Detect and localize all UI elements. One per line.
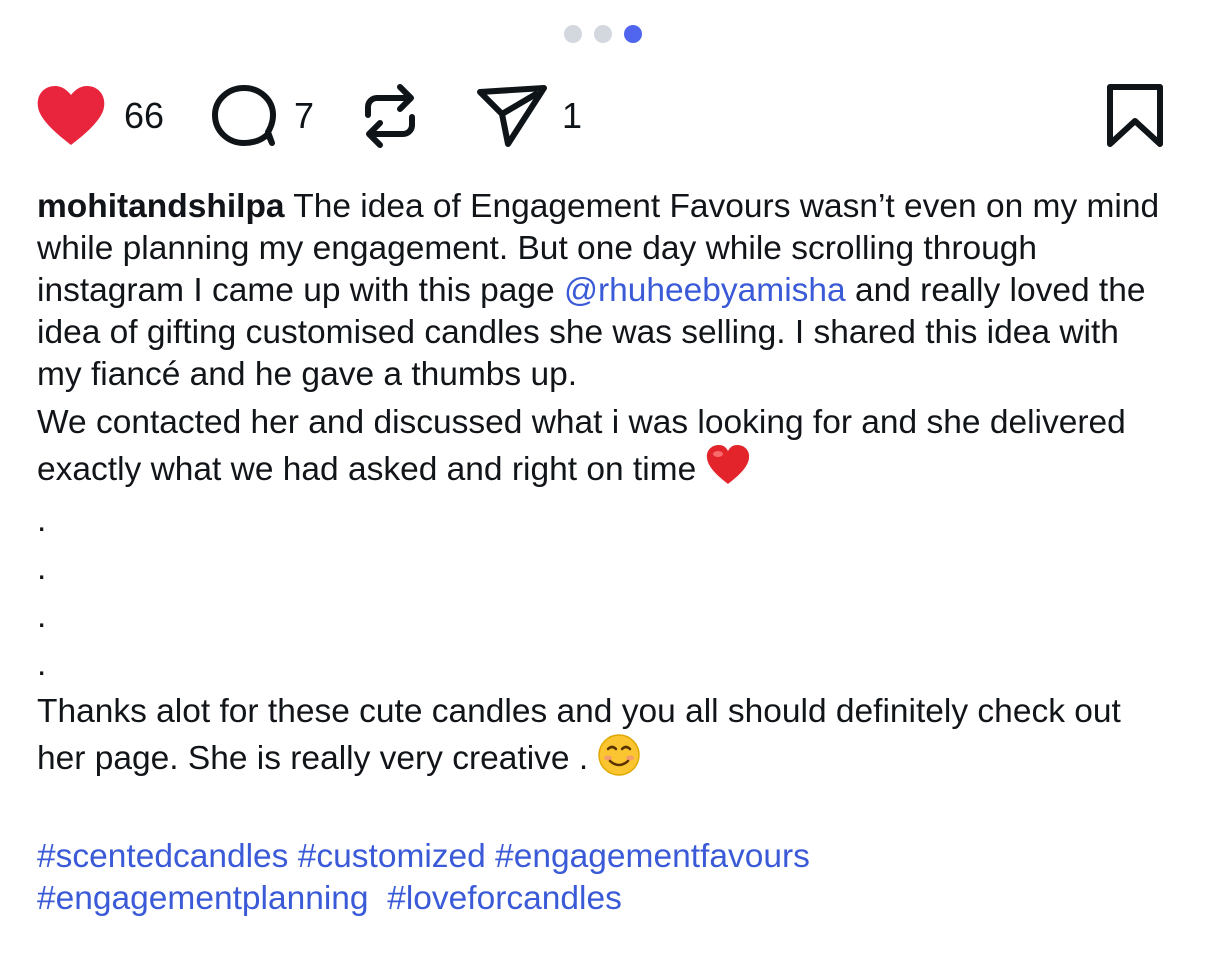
carousel-dot[interactable] <box>564 25 582 43</box>
bookmark-icon <box>1106 84 1164 148</box>
caption-username[interactable]: mohitandshilpa <box>37 188 285 225</box>
caption-dot-line: . <box>37 502 47 539</box>
caption-hashtags: #scentedcandles #customized #engagementf… <box>37 836 1172 920</box>
hashtag-link[interactable]: #customized <box>298 838 486 875</box>
caption-dot-line: . <box>37 646 47 683</box>
caption-paragraph: mohitandshilpa The idea of Engagement Fa… <box>37 186 1172 396</box>
carousel-dot[interactable] <box>594 25 612 43</box>
caption-text: Thanks alot for these cute candles and y… <box>37 693 1121 777</box>
like-button[interactable]: 66 <box>36 84 164 148</box>
carousel-indicator <box>0 25 1206 43</box>
caption-text: We contacted her and discussed what i wa… <box>37 404 1126 488</box>
smile-emoji <box>597 733 641 788</box>
share-count: 1 <box>562 95 583 136</box>
repost-button[interactable] <box>360 84 420 148</box>
share-button[interactable]: 1 <box>476 84 582 148</box>
like-count: 66 <box>124 95 165 136</box>
send-icon <box>476 84 548 148</box>
hashtag-link[interactable]: #scentedcandles <box>37 838 288 875</box>
post-caption: mohitandshilpa The idea of Engagement Fa… <box>37 186 1172 920</box>
comment-button[interactable]: 7 <box>210 84 314 148</box>
comment-bubble-icon <box>210 84 278 148</box>
heart-icon <box>36 85 106 147</box>
comment-count: 7 <box>294 95 315 136</box>
caption-dot-line: . <box>37 550 47 587</box>
post-action-bar: 66 7 1 <box>36 84 1166 148</box>
hashtag-link[interactable]: #engagementfavours <box>495 838 810 875</box>
hashtag-link[interactable]: #loveforcandles <box>387 880 622 917</box>
bookmark-button[interactable] <box>1106 84 1164 148</box>
carousel-dot-active[interactable] <box>624 25 642 43</box>
repost-icon <box>360 83 420 149</box>
caption-paragraph: We contacted her and discussed what i wa… <box>37 402 1172 497</box>
heart-emoji <box>706 444 750 497</box>
caption-dot-line: . <box>37 598 47 635</box>
hashtag-link[interactable]: #engagementplanning <box>37 880 369 917</box>
caption-paragraph: Thanks alot for these cute candles and y… <box>37 691 1172 788</box>
mention-link[interactable]: @rhuheebyamisha <box>564 272 846 309</box>
